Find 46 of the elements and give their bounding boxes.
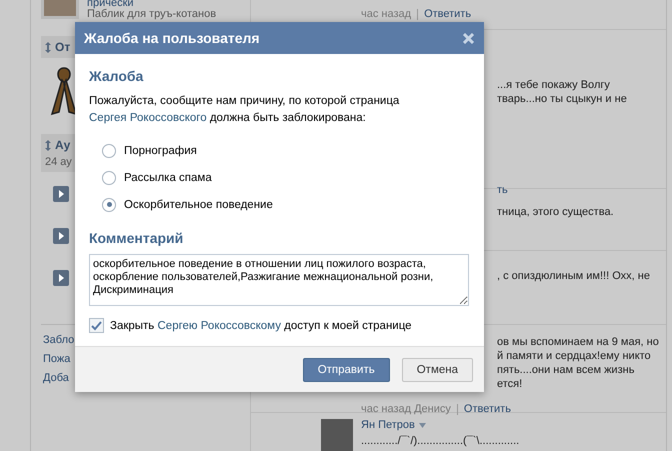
profile-link[interactable]: Сергею Рокоссовскому — [158, 320, 281, 332]
section-heading: Жалоба — [89, 68, 144, 84]
reply-link[interactable]: Ответить — [424, 8, 472, 20]
comment-text: тница, этого существа. — [497, 205, 614, 220]
comment-text: , с опиздюлиным им!!! Охх, не — [497, 269, 650, 284]
drag-handle-icon[interactable] — [45, 42, 51, 52]
post-text: ............/¯`/)...............(¯`\............. — [361, 434, 520, 448]
section-title[interactable]: Ау — [55, 138, 70, 152]
comment-text: пять....они нам всем жизнь — [497, 363, 634, 378]
radio-button[interactable] — [102, 144, 116, 158]
dialog-title: Жалоба на пользователя — [84, 30, 260, 46]
comment-text: ...я тебе покажу Волгу — [497, 78, 610, 92]
radio-button[interactable] — [102, 170, 116, 184]
section-note: 24 ау — [45, 156, 73, 168]
radio-button[interactable] — [102, 198, 116, 212]
caret-icon[interactable] — [418, 422, 426, 428]
option-label[interactable]: Оскорбительное поведение — [124, 198, 273, 210]
comment-heading: Комментарий — [89, 230, 184, 246]
section-title[interactable]: От — [55, 40, 70, 54]
comment-text: ов мы вспоминаем на 9 мая, но — [497, 335, 659, 350]
submit-button[interactable]: Отправить — [302, 358, 390, 382]
close-icon[interactable] — [463, 32, 474, 44]
profile-link[interactable]: Сергея Рокоссовского — [89, 112, 207, 124]
prompt-text: Пожалуйста, сообщите нам причину, по которой страница Сергея Рокоссовского должна быть заблокирована: — [89, 94, 400, 126]
photo-placeholder — [321, 419, 353, 451]
group-avatar — [41, 0, 79, 19]
checkbox[interactable] — [89, 318, 104, 333]
cancel-button[interactable]: Отмена — [402, 358, 473, 382]
author-link[interactable]: Ян Петров — [361, 419, 415, 431]
play-icon[interactable] — [53, 186, 69, 202]
play-icon[interactable] — [53, 270, 69, 286]
play-icon[interactable] — [53, 228, 69, 244]
comment-text: ется! — [497, 377, 522, 392]
option-label[interactable]: Порнография — [124, 144, 197, 156]
comment-text: й памяти и сердцах!ему никто — [497, 349, 651, 364]
comment-time: час назад Денису — [361, 403, 451, 416]
comment-field[interactable]: оскорбительное поведение в отношении лиц пожилого возраста, оскорбление пользователей,Разжигание межнациональной розни, Дискриминация — [89, 254, 469, 306]
drag-handle-icon[interactable] — [45, 140, 51, 150]
reply-link[interactable]: ть — [497, 184, 508, 196]
reply-link[interactable]: Ответить — [464, 403, 511, 416]
checkbox-label[interactable]: Закрыть Сергею Рокоссовскому доступ к моей странице — [110, 320, 412, 332]
group-subtitle: Паблик для труъ-котанов — [87, 9, 216, 20]
option-label[interactable]: Рассылка спама — [124, 172, 212, 184]
comment-time: час назад — [361, 8, 412, 20]
group-name[interactable]: прически — [87, 0, 216, 9]
comment-text: тварь...но ты сцыкун и не — [497, 92, 627, 106]
